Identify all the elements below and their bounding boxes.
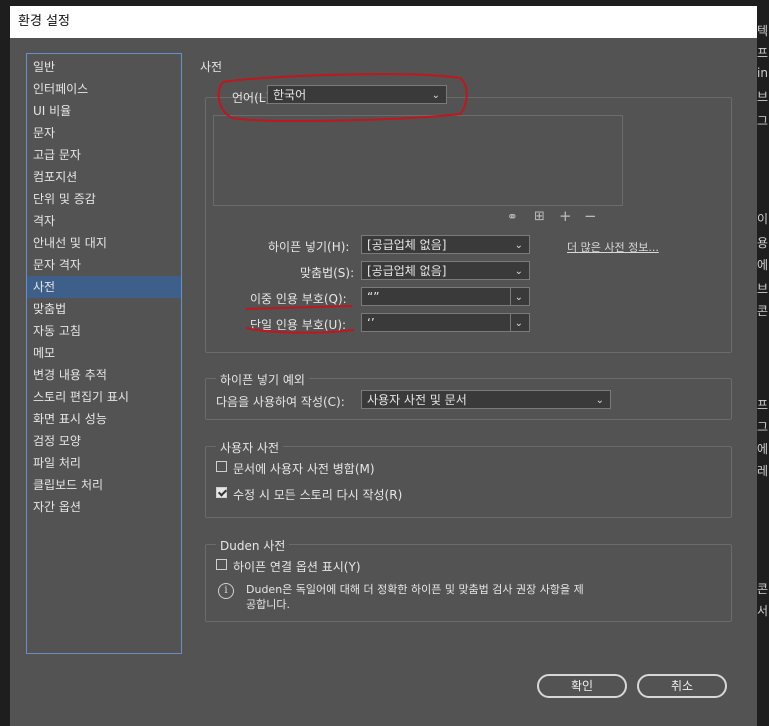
preferences-dialog: 환경 설정 일반 인터페이스 UI 비율 문자 고급 문자 컴포지션 단위 및 증감 격자 안내… [10,6,757,726]
spelling-select[interactable]: [공급업체 없음] ⌄ [361,261,530,280]
background-text-fragment: ini [757,66,769,80]
spelling-label: 맞춤법(S): [300,266,355,280]
minus-icon[interactable]: − [584,207,597,225]
dialog-title: 환경 설정 [10,6,757,38]
hyphenation-label: 하이픈 넣기(H): [268,240,350,254]
recompose-stories-label[interactable]: 수정 시 모든 스토리 다시 작성(R) [233,486,402,503]
background-text-fragment: 서 [757,604,769,618]
compose-label: 다음을 사용하여 작성(C): [216,395,345,409]
sidebar-item[interactable]: 검정 모양 [27,430,181,452]
spelling-value: [공급업체 없음] [367,264,447,278]
add-file-icon[interactable]: ⊞ [534,209,545,224]
user-dictionary-group [205,446,732,518]
single-quotes-label: 단일 인용 부호(U): [250,318,347,332]
combo-separator [510,288,511,305]
recompose-stories-checkbox[interactable] [216,487,227,498]
sidebar-item[interactable]: 사전 [27,276,181,298]
sidebar-item[interactable]: 메모 [27,342,181,364]
sidebar-item[interactable]: 안내선 및 대지 [27,232,181,254]
sidebar-item[interactable]: 컴포지션 [27,166,181,188]
more-dictionary-info-link[interactable]: 더 많은 사전 정보... [567,239,659,255]
background-text-fragment: 브 [757,90,769,104]
user-dictionary-title: 사용자 사전 [216,439,284,456]
background-text-fragment: 콘 [757,582,769,596]
sidebar-item[interactable]: 격자 [27,210,181,232]
sidebar-item[interactable]: 맞춤법 [27,298,181,320]
sidebar-item[interactable]: 스토리 편집기 표시 [27,386,181,408]
chevron-down-icon: ⌄ [431,90,440,101]
background-text-fragment: 용 [757,236,769,250]
background-app-strip: 텍프ini브그이용에브콘프그에레콘서 [757,0,769,726]
plus-icon[interactable]: + [559,207,572,225]
background-text-fragment: 레 [757,464,769,478]
chevron-down-icon: ⌄ [514,292,523,303]
background-text-fragment: 에 [757,442,769,456]
category-list: 일반 인터페이스 UI 비율 문자 고급 문자 컴포지션 단위 및 증감 격자 안내선 및 대지… [26,53,182,654]
ok-button[interactable]: 확인 [537,674,627,698]
info-icon: i [218,583,234,599]
chevron-down-icon: ⌄ [514,266,523,277]
sidebar-item[interactable]: 자동 고침 [27,320,181,342]
show-hyphen-options-checkbox[interactable] [216,559,227,570]
background-text-fragment: 그 [757,114,769,128]
dictionary-list[interactable] [213,115,623,206]
chevron-down-icon: ⌄ [514,318,523,329]
sidebar-item[interactable]: UI 비율 [27,100,181,122]
language-select[interactable]: 한국어 ⌄ [267,85,447,104]
background-text-fragment: 프 [757,398,769,412]
double-quotes-label: 이중 인용 부호(Q): [250,292,347,306]
link-icon[interactable]: ⚭ [507,210,518,225]
language-value: 한국어 [273,88,307,102]
double-quotes-combo[interactable]: “” ⌄ [361,287,530,306]
sidebar-item[interactable]: 변경 내용 추적 [27,364,181,386]
sidebar-item[interactable]: 고급 문자 [27,144,181,166]
sidebar-item[interactable]: 클립보드 처리 [27,474,181,496]
hyphenation-value: [공급업체 없음] [367,238,447,252]
chevron-down-icon: ⌄ [595,395,604,406]
duden-title: Duden 사전 [216,537,290,554]
background-text-fragment: 이 [757,212,769,226]
sidebar-item[interactable]: 단위 및 증감 [27,188,181,210]
merge-user-dictionary-label[interactable]: 문서에 사용자 사전 병합(M) [233,460,375,477]
sidebar-item[interactable]: 일반 [27,56,181,78]
background-text-fragment: 콘 [757,304,769,318]
cancel-button[interactable]: 취소 [637,674,727,698]
single-quotes-combo[interactable]: ‘’ ⌄ [361,313,530,332]
sidebar-item[interactable]: 문자 격자 [27,254,181,276]
single-quotes-value: ‘’ [367,316,375,330]
sidebar-item[interactable]: 자간 옵션 [27,496,181,518]
background-text-fragment: 그 [757,420,769,434]
hyphenation-select[interactable]: [공급업체 없음] ⌄ [361,235,530,254]
double-quotes-value: “” [367,290,380,304]
merge-user-dictionary-checkbox[interactable] [216,461,227,472]
sidebar-item[interactable]: 화면 표시 성능 [27,408,181,430]
sidebar-item[interactable]: 문자 [27,122,181,144]
combo-separator [510,314,511,331]
hyphen-exceptions-title: 하이픈 넣기 예외 [216,371,309,388]
background-text-fragment: 브 [757,282,769,296]
background-text-fragment: 텍 [757,24,769,38]
section-title: 사전 [200,60,223,74]
compose-select[interactable]: 사용자 사전 및 문서 ⌄ [361,390,611,409]
show-hyphen-options-label[interactable]: 하이픈 연결 옵션 표시(Y) [233,558,361,575]
duden-info-line2: 공합니다. [246,598,290,611]
duden-info-line1: Duden은 독일어에 대해 더 정확한 하이픈 및 맞춤법 검사 권장 사항을… [246,583,584,596]
background-text-fragment: 프 [757,46,769,60]
sidebar-item[interactable]: 파일 처리 [27,452,181,474]
compose-value: 사용자 사전 및 문서 [367,393,467,407]
background-text-fragment: 에 [757,258,769,272]
sidebar-item[interactable]: 인터페이스 [27,78,181,100]
chevron-down-icon: ⌄ [514,240,523,251]
